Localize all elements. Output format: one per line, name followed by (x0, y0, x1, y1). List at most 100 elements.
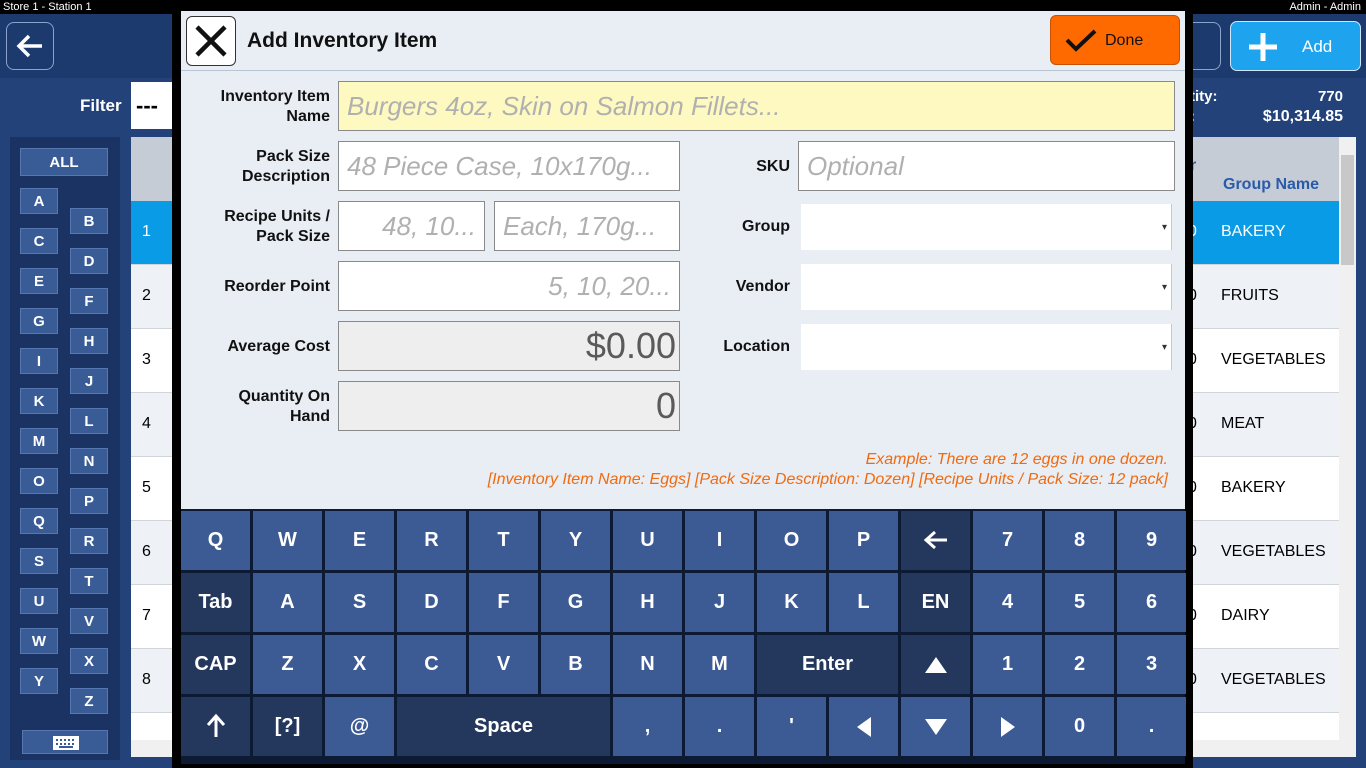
key-f[interactable]: F (469, 573, 538, 632)
key-h[interactable]: H (613, 573, 682, 632)
letter-s-button[interactable]: S (20, 548, 58, 574)
key-5[interactable]: 5 (1045, 573, 1114, 632)
letter-r-button[interactable]: R (70, 528, 108, 554)
pack-size-input[interactable]: 48 Piece Case, 10x170g... (338, 141, 680, 191)
key-backspace[interactable] (901, 511, 970, 570)
vendor-dropdown[interactable]: ▾ (801, 264, 1172, 310)
letter-n-button[interactable]: N (70, 448, 108, 474)
letter-u-button[interactable]: U (20, 588, 58, 614)
key-t[interactable]: T (469, 511, 538, 570)
row-number: 5 (142, 479, 151, 496)
letter-o-button[interactable]: O (20, 468, 58, 494)
letter-b-button[interactable]: B (70, 208, 108, 234)
key-k[interactable]: K (757, 573, 826, 632)
key-4[interactable]: 4 (973, 573, 1042, 632)
letter-c-button[interactable]: C (20, 228, 58, 254)
key-b[interactable]: B (541, 635, 610, 694)
key-v[interactable]: V (469, 635, 538, 694)
letter-j-button[interactable]: J (70, 368, 108, 394)
letter-g-button[interactable]: G (20, 308, 58, 334)
recipe-pack-size-input[interactable]: Each, 170g... (494, 201, 680, 251)
key-tab[interactable]: Tab (181, 573, 250, 632)
key-z[interactable]: Z (253, 635, 322, 694)
key-period[interactable]: . (685, 697, 754, 756)
item-name-input[interactable]: Burgers 4oz, Skin on Salmon Fillets... (338, 81, 1175, 131)
key-e[interactable]: E (325, 511, 394, 570)
key-u[interactable]: U (613, 511, 682, 570)
letter-e-button[interactable]: E (20, 268, 58, 294)
key-l[interactable]: L (829, 573, 898, 632)
key-8[interactable]: 8 (1045, 511, 1114, 570)
done-button[interactable]: Done (1050, 15, 1180, 65)
letter-z-button[interactable]: Z (70, 688, 108, 714)
sku-input[interactable]: Optional (798, 141, 1175, 191)
key-space[interactable]: Space (397, 697, 610, 756)
key-y[interactable]: Y (541, 511, 610, 570)
key-q[interactable]: Q (181, 511, 250, 570)
key-cap[interactable]: CAP (181, 635, 250, 694)
column-header-group-name[interactable]: Group Name (1223, 176, 1319, 194)
letter-y-button[interactable]: Y (20, 668, 58, 694)
key-1[interactable]: 1 (973, 635, 1042, 694)
key-label: F (497, 591, 510, 613)
reorder-point-input[interactable]: 5, 10, 20... (338, 261, 680, 311)
group-dropdown[interactable]: ▾ (801, 204, 1172, 250)
letter-x-button[interactable]: X (70, 648, 108, 674)
key-x[interactable]: X (325, 635, 394, 694)
key-2[interactable]: 2 (1045, 635, 1114, 694)
letter-m-button[interactable]: M (20, 428, 58, 454)
key-symbols[interactable]: [?] (253, 697, 322, 756)
letter-k-button[interactable]: K (20, 388, 58, 414)
key-shift[interactable] (181, 697, 250, 756)
key-apostrophe[interactable]: ' (757, 697, 826, 756)
letter-t-button[interactable]: T (70, 568, 108, 594)
key-decimal[interactable]: . (1117, 697, 1186, 756)
add-button[interactable]: Add (1230, 21, 1361, 71)
keyboard-toggle-button[interactable] (22, 730, 108, 754)
recipe-units-input[interactable]: 48, 10... (338, 201, 485, 251)
scrollbar-thumb[interactable] (1341, 155, 1354, 265)
key-j[interactable]: J (685, 573, 754, 632)
key-r[interactable]: R (397, 511, 466, 570)
triangle-up-icon (925, 657, 947, 673)
key-d[interactable]: D (397, 573, 466, 632)
key-arrow-down[interactable] (901, 697, 970, 756)
key-en[interactable]: EN (901, 573, 970, 632)
close-button[interactable] (186, 16, 236, 66)
key-s[interactable]: S (325, 573, 394, 632)
key-7[interactable]: 7 (973, 511, 1042, 570)
letter-p-button[interactable]: P (70, 488, 108, 514)
key-enter[interactable]: Enter (757, 635, 898, 694)
letter-w-button[interactable]: W (20, 628, 58, 654)
key-arrow-left[interactable] (829, 697, 898, 756)
back-button[interactable] (6, 22, 54, 70)
key-0[interactable]: 0 (1045, 697, 1114, 756)
key-comma[interactable]: , (613, 697, 682, 756)
letter-v-button[interactable]: V (70, 608, 108, 634)
key-g[interactable]: G (541, 573, 610, 632)
key-6[interactable]: 6 (1117, 573, 1186, 632)
key-p[interactable]: P (829, 511, 898, 570)
key-9[interactable]: 9 (1117, 511, 1186, 570)
location-dropdown[interactable]: ▾ (801, 324, 1172, 370)
key-o[interactable]: O (757, 511, 826, 570)
letter-a-button[interactable]: A (20, 188, 58, 214)
key-at[interactable]: @ (325, 697, 394, 756)
key-c[interactable]: C (397, 635, 466, 694)
key-a[interactable]: A (253, 573, 322, 632)
key-n[interactable]: N (613, 635, 682, 694)
placeholder-text: 48 Piece Case, 10x170g... (347, 151, 652, 181)
letter-q-button[interactable]: Q (20, 508, 58, 534)
letter-f-button[interactable]: F (70, 288, 108, 314)
letter-h-button[interactable]: H (70, 328, 108, 354)
key-i[interactable]: I (685, 511, 754, 570)
key-3[interactable]: 3 (1117, 635, 1186, 694)
letter-all-button[interactable]: ALL (20, 148, 108, 176)
letter-l-button[interactable]: L (70, 408, 108, 434)
key-arrow-right[interactable] (973, 697, 1042, 756)
key-arrow-up[interactable] (901, 635, 970, 694)
letter-d-button[interactable]: D (70, 248, 108, 274)
key-m[interactable]: M (685, 635, 754, 694)
letter-i-button[interactable]: I (20, 348, 58, 374)
key-w[interactable]: W (253, 511, 322, 570)
